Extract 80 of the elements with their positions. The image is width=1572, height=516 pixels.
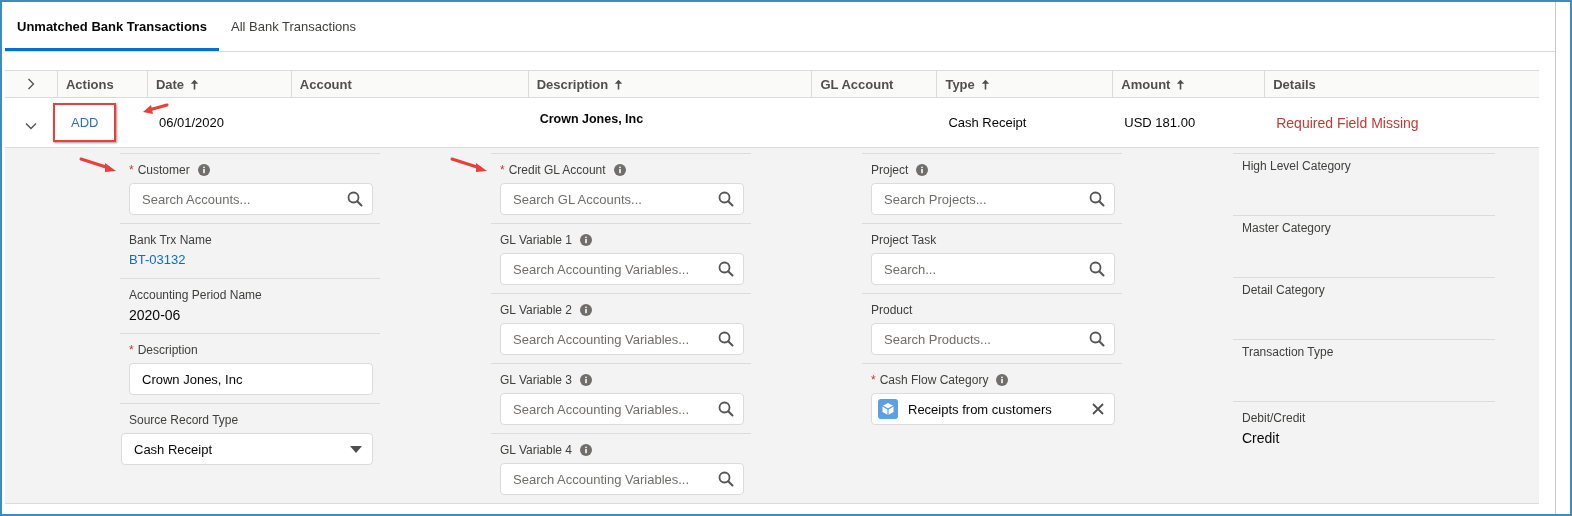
cube-icon — [878, 399, 898, 419]
field-value: Credit — [1242, 430, 1281, 446]
search-field[interactable]: Search Accounts... — [129, 183, 373, 215]
table-cell: USD 181.00 — [1124, 115, 1196, 130]
column-header[interactable]: Amount — [1121, 76, 1171, 92]
field-label: Credit GL Account — [508, 163, 606, 177]
required-marker: * — [129, 163, 134, 177]
field-label: GL Variable 3 — [500, 373, 573, 387]
search-icon[interactable] — [718, 401, 734, 417]
search-icon[interactable] — [718, 331, 734, 347]
search-field[interactable]: Search Accounting Variables... — [500, 253, 744, 285]
sort-arrow-icon[interactable] — [1176, 78, 1186, 90]
table-cell: Cash Receipt — [948, 115, 1027, 130]
search-field[interactable]: Search GL Accounts... — [500, 183, 744, 215]
info-icon[interactable] — [197, 164, 210, 176]
field-label: GL Variable 1 — [500, 233, 573, 247]
field-label: GL Variable 4 — [500, 443, 573, 457]
search-icon[interactable] — [718, 471, 734, 487]
field-label: Bank Trx Name — [129, 233, 212, 247]
required-marker: * — [500, 163, 505, 177]
search-icon[interactable] — [1089, 261, 1105, 277]
required-marker: * — [871, 373, 876, 387]
search-field[interactable]: Search Accounting Variables... — [500, 393, 744, 425]
column-header[interactable]: Details — [1273, 76, 1316, 92]
sort-arrow-icon[interactable] — [614, 78, 624, 90]
tab[interactable]: All Bank Transactions — [219, 2, 368, 51]
text-field[interactable]: Crown Jones, Inc — [129, 363, 373, 395]
field-label: Master Category — [1242, 221, 1331, 235]
column-header[interactable]: Date — [155, 76, 185, 92]
search-icon[interactable] — [347, 191, 363, 207]
record-link[interactable]: BT-03132 — [129, 252, 186, 267]
required-marker: * — [129, 343, 134, 357]
error-message: Required Field Missing — [1276, 114, 1419, 131]
lookup-pill[interactable]: Receipts from customers — [871, 393, 1115, 425]
search-icon[interactable] — [1089, 191, 1105, 207]
field-label: Project — [871, 163, 909, 177]
search-icon[interactable] — [1089, 331, 1105, 347]
field-label: Description — [137, 343, 198, 357]
tab[interactable]: Unmatched Bank Transactions — [5, 2, 219, 51]
field-label: High Level Category — [1242, 159, 1351, 173]
column-header[interactable]: Account — [299, 76, 352, 92]
field-label: Customer — [137, 163, 190, 177]
info-icon[interactable] — [580, 234, 593, 246]
chevron-down-icon[interactable] — [25, 121, 37, 130]
column-header[interactable]: Actions — [65, 76, 114, 92]
field-label: Accounting Period Name — [129, 288, 262, 302]
search-icon[interactable] — [718, 191, 734, 207]
sort-arrow-icon[interactable] — [190, 78, 200, 90]
add-link[interactable]: ADD — [52, 103, 117, 142]
search-field[interactable]: Search Accounting Variables... — [500, 463, 744, 495]
column-header[interactable]: Type — [945, 76, 975, 92]
field-label: Transaction Type — [1242, 345, 1334, 359]
info-icon[interactable] — [996, 374, 1009, 386]
info-icon[interactable] — [580, 304, 593, 316]
select-dropdown[interactable]: Cash Receipt — [121, 433, 373, 465]
field-label: Source Record Type — [129, 413, 239, 427]
info-icon[interactable] — [613, 164, 626, 176]
search-field[interactable]: Search... — [871, 253, 1115, 285]
field-label: Debit/Credit — [1242, 411, 1306, 425]
info-icon[interactable] — [580, 374, 593, 386]
column-header[interactable]: GL Account — [820, 76, 894, 92]
field-label: Cash Flow Category — [879, 373, 989, 387]
table-cell: Crown Jones, Inc — [539, 111, 644, 126]
field-label: GL Variable 2 — [500, 303, 573, 317]
sort-arrow-icon[interactable] — [980, 78, 990, 90]
close-icon[interactable] — [1092, 403, 1104, 415]
table-cell: 06/01/2020 — [158, 115, 224, 130]
search-icon[interactable] — [718, 261, 734, 277]
field-label: Project Task — [871, 233, 937, 247]
chevron-right-icon[interactable] — [27, 78, 35, 90]
search-field[interactable]: Search Projects... — [871, 183, 1115, 215]
info-icon[interactable] — [916, 164, 929, 176]
field-label: Detail Category — [1242, 283, 1325, 297]
field-label: Product — [871, 303, 913, 317]
caret-icon — [350, 445, 362, 453]
search-field[interactable]: Search Accounting Variables... — [500, 323, 744, 355]
field-value: 2020-06 — [129, 307, 182, 323]
search-field[interactable]: Search Products... — [871, 323, 1115, 355]
info-icon[interactable] — [580, 444, 593, 456]
column-header[interactable]: Description — [536, 76, 609, 92]
